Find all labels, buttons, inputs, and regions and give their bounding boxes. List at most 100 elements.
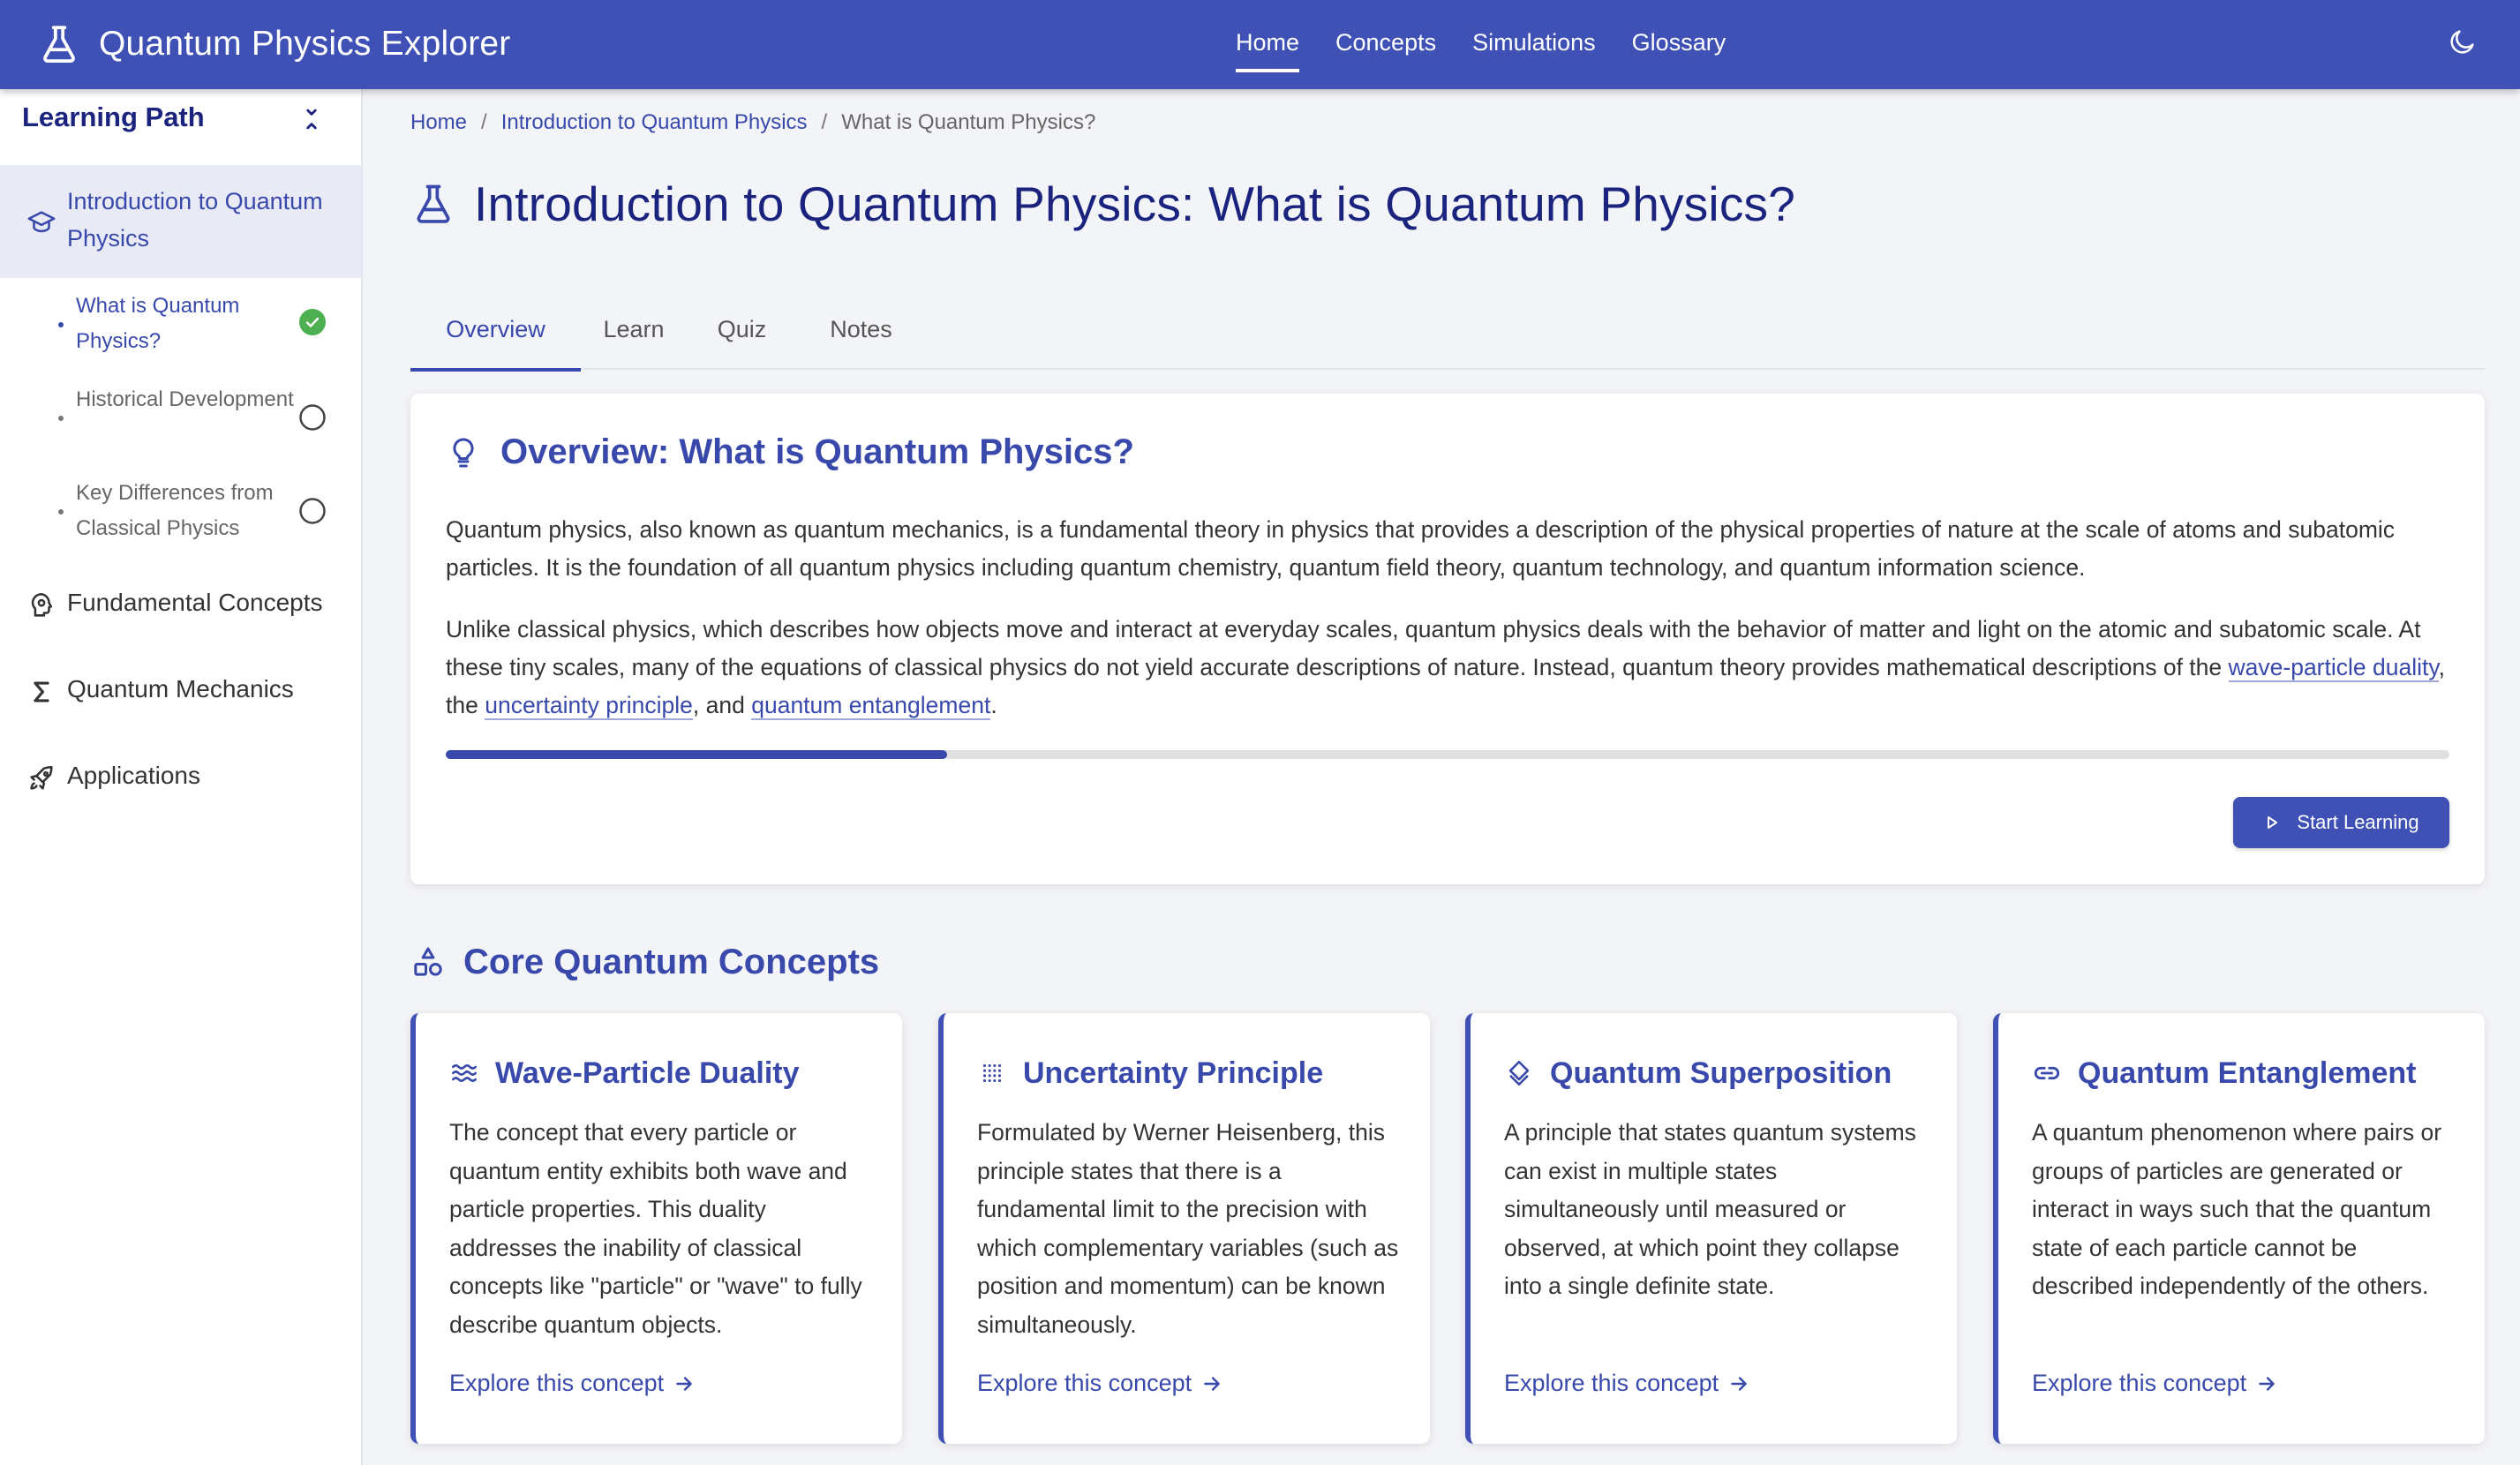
lightbulb-icon — [446, 435, 481, 470]
sidebar-item-label: Applications — [67, 762, 200, 789]
breadcrumb-separator: / — [821, 110, 828, 134]
link-icon — [2032, 1058, 2062, 1088]
breadcrumb-section-link[interactable]: Introduction to Quantum Physics — [501, 110, 808, 135]
concept-card-header: Wave-Particle Duality — [449, 1048, 800, 1098]
link-uncertainty-principle[interactable]: uncertainty principle — [485, 692, 693, 720]
overview-paragraph-1: Quantum physics, also known as quantum m… — [446, 516, 2396, 581]
sidebar-item-applications[interactable]: Applications — [0, 735, 361, 822]
paragraph-ending: . — [990, 692, 997, 718]
start-learning-button[interactable]: Start Learning — [2233, 797, 2449, 848]
graduation-cap-icon — [26, 207, 56, 237]
arrow-right-icon — [673, 1372, 696, 1395]
rocket-icon — [26, 763, 56, 793]
progress-fill — [446, 750, 947, 759]
nav-simulations[interactable]: Simulations — [1472, 29, 1596, 60]
sidebar-item-label: Fundamental Concepts — [67, 589, 323, 616]
sidebar-lesson-historical-development[interactable]: Historical Development — [0, 372, 361, 465]
overview-card: Overview: What is Quantum Physics? Quant… — [410, 394, 2485, 884]
lesson-label: Key Differences from Classical Physics — [76, 481, 274, 540]
concept-description: A principle that states quantum systems … — [1504, 1119, 1916, 1300]
core-concepts-title: Core Quantum Concepts — [463, 942, 880, 981]
concept-card-header: Quantum Entanglement — [2032, 1048, 2416, 1098]
nav-glossary[interactable]: Glossary — [1632, 29, 1726, 60]
explore-concept-link[interactable]: Explore this concept — [2032, 1370, 2278, 1397]
concept-card-quantum-superposition[interactable]: Quantum Superposition A principle that s… — [1465, 1013, 1957, 1444]
concept-card-header: Uncertainty Principle — [977, 1048, 1323, 1098]
explore-link-label: Explore this concept — [977, 1370, 1192, 1396]
link-wave-particle-duality[interactable]: wave-particle duality — [2228, 654, 2439, 682]
tab-notes[interactable]: Notes — [797, 289, 925, 370]
start-learning-label: Start Learning — [2297, 811, 2419, 833]
breadcrumb: Home / Introduction to Quantum Physics /… — [410, 110, 1095, 135]
sidebar-header: Learning Path — [0, 89, 361, 165]
concept-card-uncertainty-principle[interactable]: Uncertainty Principle Formulated by Wern… — [938, 1013, 1430, 1444]
app-title: Quantum Physics Explorer — [99, 25, 511, 63]
sidebar-title: Learning Path — [22, 101, 205, 132]
concept-description: The concept that every particle or quant… — [449, 1119, 862, 1338]
moon-icon — [2448, 26, 2478, 56]
lesson-label: What is Quantum Physics? — [76, 294, 240, 353]
app-brand[interactable]: Quantum Physics Explorer — [37, 16, 510, 72]
page-title: Introduction to Quantum Physics: What is… — [474, 177, 1796, 231]
concept-card-quantum-entanglement[interactable]: Quantum Entanglement A quantum phenomeno… — [1993, 1013, 2485, 1444]
concept-title: Wave-Particle Duality — [495, 1056, 800, 1090]
lesson-label: Historical Development — [76, 387, 294, 411]
concept-card-wave-particle-duality[interactable]: Wave-Particle Duality The concept that e… — [410, 1013, 902, 1444]
arrow-right-icon — [1200, 1372, 1223, 1395]
tab-learn[interactable]: Learn — [581, 289, 687, 370]
sidebar-item-quantum-mechanics[interactable]: Quantum Mechanics — [0, 649, 361, 735]
content-tabs: Overview Learn Quiz Notes — [410, 289, 2485, 372]
breadcrumb-home-link[interactable]: Home — [410, 110, 467, 135]
tab-overview[interactable]: Overview — [410, 289, 581, 372]
nav-home[interactable]: Home — [1236, 29, 1300, 72]
paragraph-text: Unlike classical physics, which describe… — [446, 616, 2421, 680]
concept-title: Quantum Superposition — [1550, 1056, 1892, 1090]
page-header: Introduction to Quantum Physics: What is… — [410, 173, 1795, 235]
overview-title: Overview: What is Quantum Physics? — [500, 432, 1134, 471]
theme-toggle-button[interactable] — [2441, 19, 2485, 64]
sidebar-section-label: Introduction to Quantum Physics — [67, 188, 323, 252]
concept-title: Uncertainty Principle — [1023, 1056, 1324, 1090]
main-nav: Home Concepts Simulations Glossary — [1236, 0, 1762, 89]
sidebar-lesson-key-differences[interactable]: Key Differences from Classical Physics — [0, 465, 361, 559]
bullet-dot — [58, 416, 64, 421]
sigma-icon — [26, 677, 56, 707]
paragraph-joiner: , and — [692, 692, 745, 718]
concept-description: Formulated by Werner Heisenberg, this pr… — [977, 1119, 1399, 1338]
nav-concepts[interactable]: Concepts — [1335, 29, 1436, 60]
concept-description: A quantum phenomenon where pairs or grou… — [2032, 1119, 2442, 1300]
overview-paragraph-2: Unlike classical physics, which describe… — [446, 611, 2449, 725]
layers-icon — [1504, 1058, 1534, 1088]
overview-header: Overview: What is Quantum Physics? — [446, 432, 1134, 472]
learning-progress-bar — [446, 750, 2449, 759]
sidebar-item-fundamental-concepts[interactable]: Fundamental Concepts — [0, 562, 361, 649]
collapse-chevrons-icon[interactable] — [297, 104, 327, 134]
link-quantum-entanglement[interactable]: quantum entanglement — [751, 692, 991, 720]
dot-grid-icon — [977, 1058, 1007, 1088]
breadcrumb-separator: / — [481, 110, 487, 134]
empty-circle-icon — [298, 403, 327, 432]
explore-link-label: Explore this concept — [1504, 1370, 1719, 1396]
sidebar-item-label: Quantum Mechanics — [67, 675, 294, 702]
bullet-dot — [58, 509, 64, 515]
shapes-icon — [410, 944, 446, 980]
explore-concept-link[interactable]: Explore this concept — [1504, 1370, 1750, 1397]
sidebar-section-introduction[interactable]: Introduction to Quantum Physics — [0, 165, 361, 278]
concept-card-header: Quantum Superposition — [1504, 1048, 1892, 1098]
breadcrumb-current: What is Quantum Physics? — [841, 110, 1096, 134]
empty-circle-icon — [298, 497, 327, 525]
bullet-dot — [58, 322, 64, 327]
flask-icon — [410, 181, 456, 227]
arrow-right-icon — [2255, 1372, 2278, 1395]
sidebar-lesson-what-is-quantum-physics[interactable]: What is Quantum Physics? — [0, 278, 361, 372]
explore-concept-link[interactable]: Explore this concept — [977, 1370, 1223, 1397]
tab-quiz[interactable]: Quiz — [687, 289, 797, 370]
concept-title: Quantum Entanglement — [2078, 1056, 2417, 1090]
check-circle-icon — [298, 308, 327, 336]
explore-link-label: Explore this concept — [2032, 1370, 2247, 1396]
learning-path-sidebar: Learning Path Introduction to Quantum Ph… — [0, 89, 363, 1465]
brain-icon — [26, 590, 56, 620]
play-icon — [2263, 814, 2281, 831]
explore-concept-link[interactable]: Explore this concept — [449, 1370, 696, 1397]
arrow-right-icon — [1727, 1372, 1750, 1395]
